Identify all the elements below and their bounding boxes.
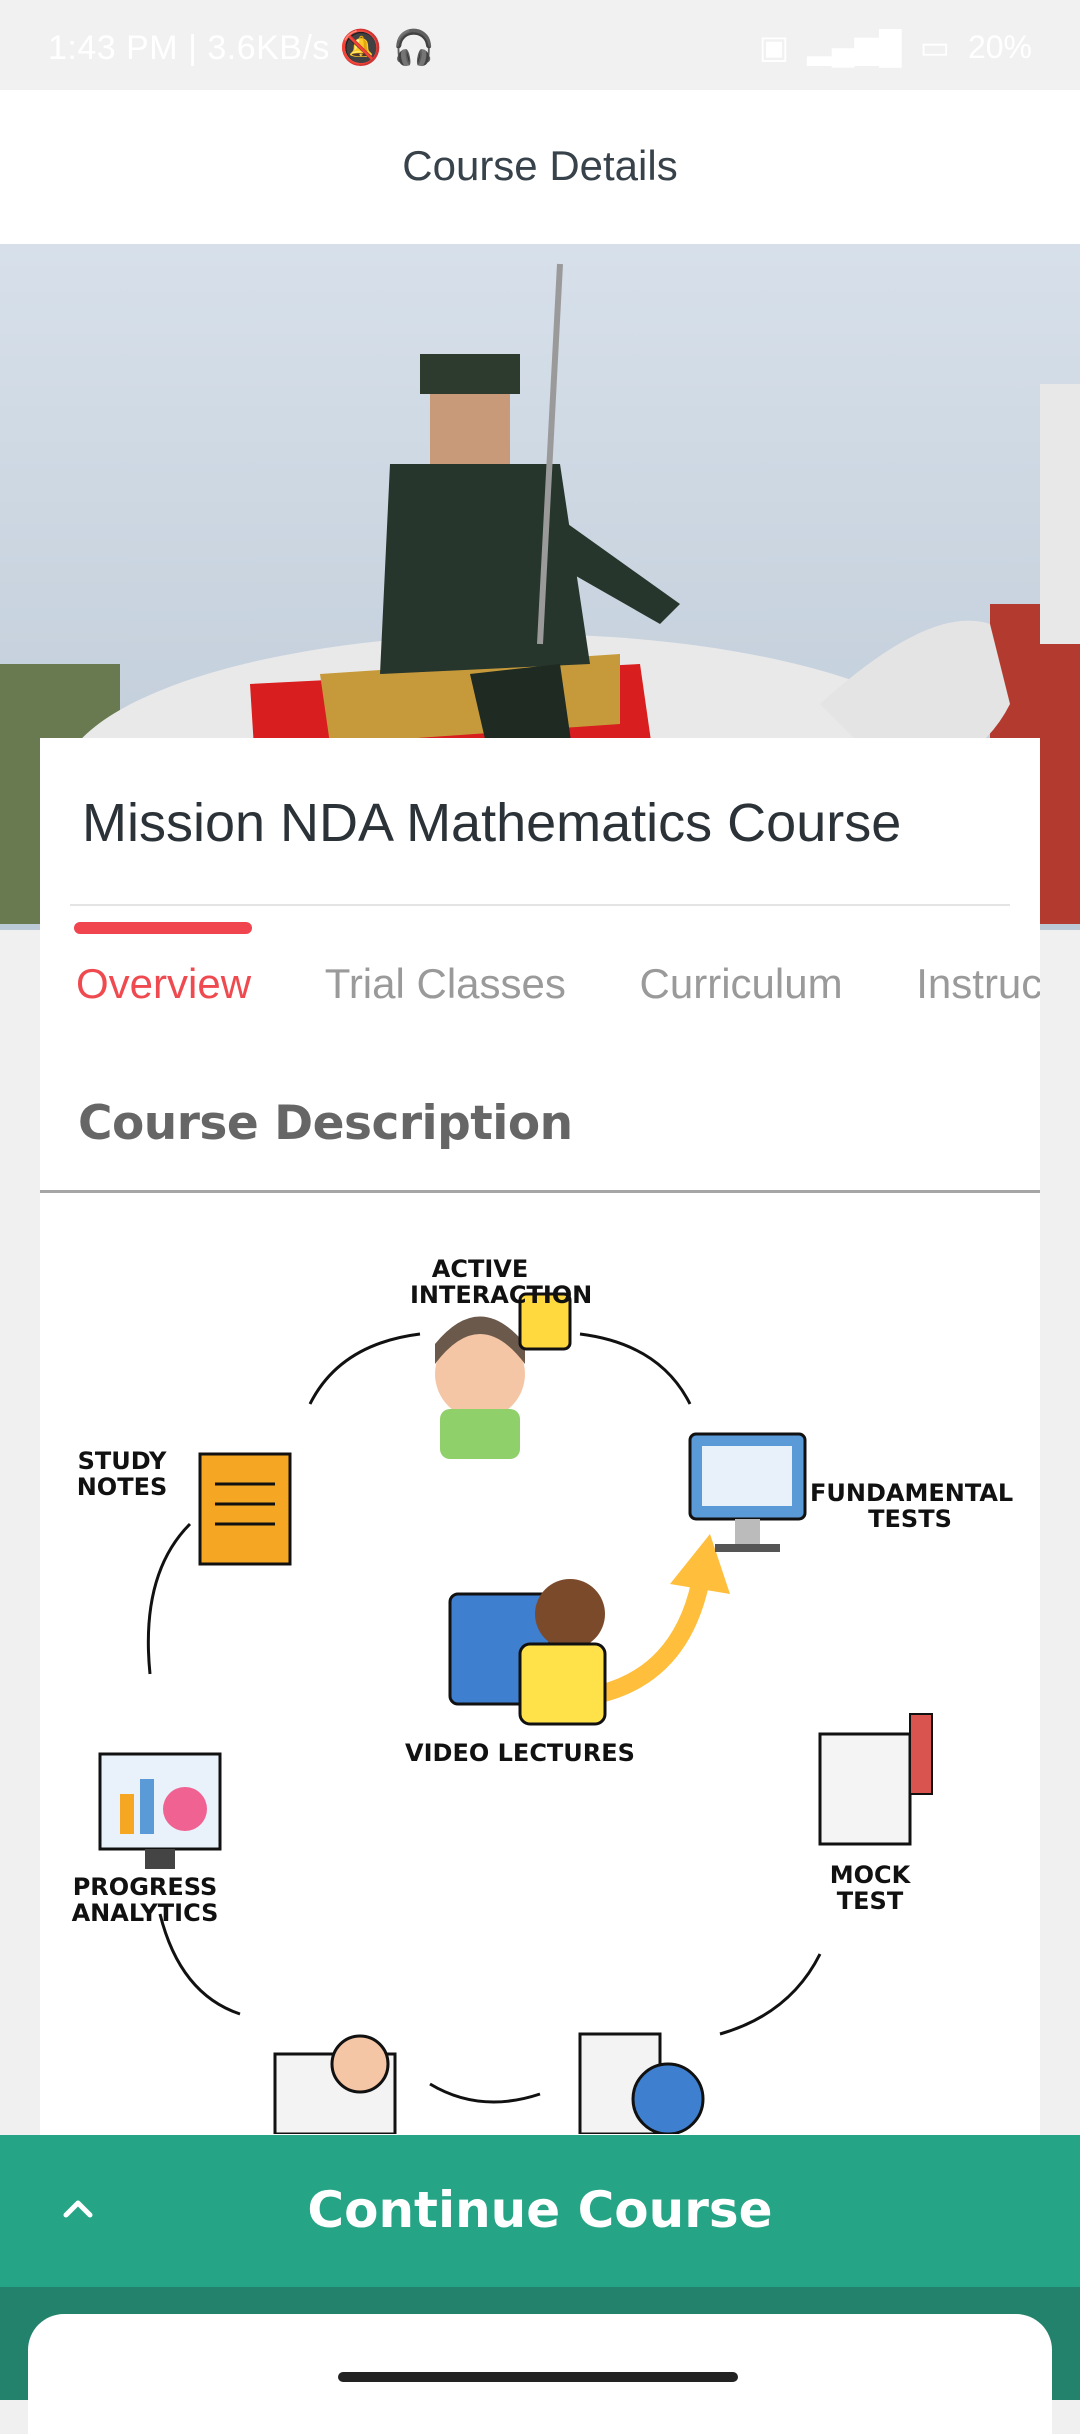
status-bar: 1:43 PM | 3.6KB/s 🔕 🎧 ▣ ▂▄▆█ ▭ 20% [0, 0, 1080, 90]
arrow-6 [719, 1953, 822, 2036]
schedule-illustration [578, 2032, 705, 2134]
mock-test-illustration [818, 1713, 933, 1846]
arrow-2 [579, 1332, 692, 1405]
app-header: Course Details [0, 90, 1080, 244]
video-lectures-illustration [448, 1579, 607, 1726]
tab-overview[interactable]: Overview [76, 960, 251, 1008]
status-speed: 3.6KB/s [207, 29, 330, 67]
arrow-1 [308, 1332, 421, 1405]
headphones-icon: 🎧 [392, 29, 436, 67]
battery-icon: ▭ [919, 29, 950, 65]
active-interaction-illustration [435, 1292, 572, 1459]
progress-analytics-illustration [98, 1752, 222, 1869]
label-mock-test: MOCK TEST [829, 1861, 911, 1915]
status-left: 1:43 PM | 3.6KB/s 🔕 🎧 [48, 29, 436, 67]
arrow-highlight [591, 1575, 709, 1703]
course-cycle-illustration: ACTIVE INTERACTION STUDY NOTES FUNDAMENTAL… [40, 1194, 1040, 2134]
course-tabs: Overview Trial Classes Curriculum Instru… [76, 960, 1040, 1008]
status-right: ▣ ▂▄▆█ ▭ 20% [759, 28, 1032, 66]
continue-course-label: Continue Course [307, 2181, 773, 2239]
course-title: Mission NDA Mathematics Course [82, 793, 902, 853]
section-divider [40, 1190, 1040, 1193]
label-active-interaction: ACTIVE INTERACTION [410, 1255, 593, 1309]
mute-icon: 🔕 [339, 29, 383, 67]
tab-curriculum[interactable]: Curriculum [640, 960, 843, 1008]
label-study-notes: STUDY NOTES [76, 1447, 168, 1501]
label-fundamental-tests: FUNDAMENTAL TESTS [810, 1479, 1014, 1533]
page-title: Course Details [402, 142, 678, 189]
status-time: 1:43 PM [48, 29, 179, 67]
battery-level: 20% [967, 28, 1032, 65]
arrow-4 [158, 1913, 241, 2016]
tab-instructors[interactable]: Instructors [916, 960, 1040, 1008]
tab-trial-classes[interactable]: Trial Classes [325, 960, 566, 1008]
continue-course-button[interactable]: Continue Course [0, 2135, 1080, 2287]
section-title: Course Description [78, 1096, 573, 1151]
label-progress-analytics: PROGRESS ANALYTICS [71, 1873, 219, 1927]
arrow-3 [146, 1522, 192, 1675]
cycle-graphic [98, 1292, 933, 2134]
title-divider [70, 904, 1010, 906]
study-notes-illustration [198, 1452, 292, 1566]
label-video-lectures: VIDEO LECTURES [405, 1739, 635, 1767]
fundamental-tests-illustration [688, 1432, 807, 1552]
signal-icon: ▂▄▆█ [807, 29, 902, 65]
active-tab-indicator [74, 922, 252, 934]
support-illustration [273, 2034, 397, 2134]
arrow-5 [429, 2082, 541, 2104]
home-indicator [338, 2372, 738, 2382]
course-card: Mission NDA Mathematics Course Overview … [40, 738, 1040, 2138]
sim-icon: ▣ [758, 29, 790, 65]
